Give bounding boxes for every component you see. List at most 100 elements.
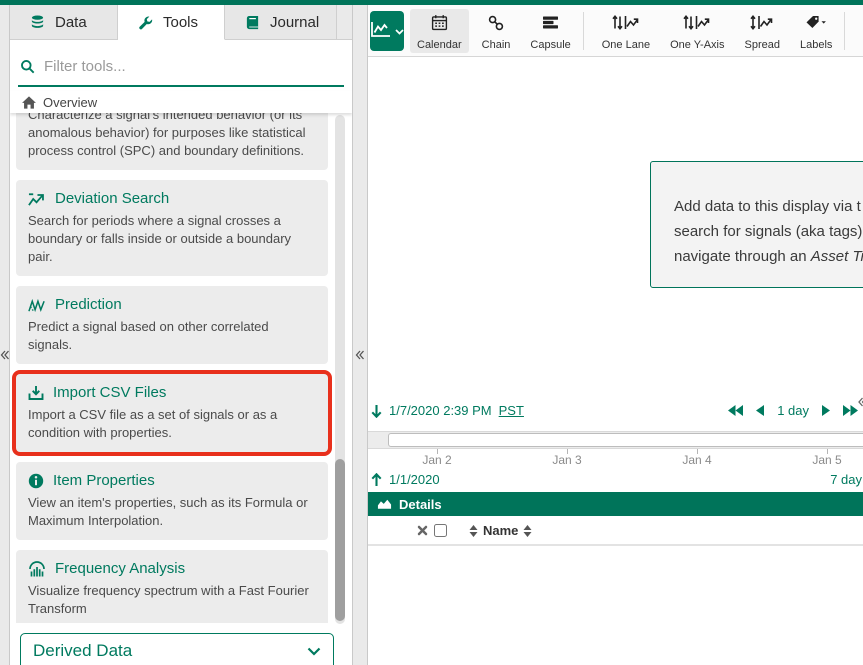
tool-list-scrollbar[interactable] [335,115,345,624]
axis-tick-label: Jan 2 [422,453,451,467]
deviation-search-icon [28,191,46,207]
scrubber-selection[interactable] [388,433,863,447]
tool-list: Characterize a signal's intended behavio… [10,113,334,623]
toolbar-one-lane-label: One Lane [602,39,650,51]
labels-tag-icon [805,12,827,34]
panel-divider-strip[interactable] [352,5,368,665]
tools-panel: Data Tools Journal [10,5,352,665]
info-icon [28,473,44,489]
derived-data-title: Derived Data [33,641,132,661]
wrench-icon [138,15,153,30]
tool-description: Visualize frequency spectrum with a Fast… [28,582,316,618]
view-mode-button[interactable] [370,11,404,51]
trend-display-area: Add data to this display via t search fo… [368,57,863,400]
import-csv-icon [28,385,44,401]
one-y-axis-icon [683,12,711,34]
toolbar-calendar-button[interactable]: Calendar [410,9,469,53]
frequency-icon [28,561,46,577]
one-lane-icon [612,12,640,34]
tab-data-label: Data [55,14,87,31]
name-column-header[interactable]: Name [483,523,518,538]
tool-title: Frequency Analysis [55,559,185,579]
message-line: search for signals (aka tags) [674,219,863,244]
chevron-down-icon [395,23,404,38]
step-size-label[interactable]: 1 day [777,403,809,418]
home-icon [22,96,36,109]
database-icon [30,15,45,30]
remove-all-icon[interactable] [417,525,428,536]
filter-tools-input[interactable] [44,58,342,75]
tool-card-item-properties[interactable]: Item Properties View an item's propertie… [16,462,328,540]
details-table-header: Name [368,516,863,546]
capsule-icon [542,12,559,34]
display-toolbar: Calendar Chain Capsule One Lane [368,5,863,57]
tab-data[interactable]: Data [10,5,118,40]
journal-icon [245,15,260,30]
tool-title: Deviation Search [55,189,169,209]
prediction-icon [28,298,46,313]
message-line: navigate through an Asset Tr [674,244,863,269]
toolbar-one-lane-button[interactable]: One Lane [595,9,657,53]
tool-card-clipped[interactable]: Characterize a signal's intended behavio… [16,113,328,170]
timezone-link[interactable]: PST [499,403,524,418]
toolbar-spread-button[interactable]: Spread [738,9,787,53]
tool-search-row [18,47,344,87]
tool-card-deviation-search[interactable]: Deviation Search Search for periods wher… [16,180,328,276]
display-pane: Calendar Chain Capsule One Lane [368,5,863,665]
toolbar-one-y-axis-button[interactable]: One Y-Axis [663,9,731,53]
toolbar-labels-button[interactable]: Labels [793,9,839,53]
tab-tools-label: Tools [163,14,198,31]
breadcrumb-label: Overview [43,95,97,110]
toolbar-chain-label: Chain [482,39,511,51]
timeline-axis: Jan 2 Jan 3 Jan 4 Jan 5 [368,449,863,468]
toolbar-chain-button[interactable]: Chain [475,9,518,53]
tool-title: Import CSV Files [53,383,166,403]
step-forward-icon[interactable] [822,405,830,416]
toolbar-dimming-button[interactable]: Dimming [856,9,863,53]
left-collapse-strip[interactable] [0,5,10,665]
display-end-time[interactable]: 1/7/2020 2:39 PM [389,403,492,418]
step-back-fast-icon[interactable] [728,405,743,416]
tab-journal[interactable]: Journal [225,5,337,40]
collapse-panel-icon[interactable] [356,350,365,360]
scrollbar-thumb[interactable] [335,459,345,621]
select-all-checkbox[interactable] [434,524,447,537]
tool-card-prediction[interactable]: Prediction Predict a signal based on oth… [16,286,328,364]
toolbar-calendar-label: Calendar [417,39,462,51]
tool-card-frequency-analysis[interactable]: Frequency Analysis Visualize frequency s… [16,550,328,623]
sort-icon[interactable] [469,525,478,537]
toolbar-one-y-axis-label: One Y-Axis [670,39,724,51]
details-panel-header[interactable]: Details [368,492,863,516]
details-panel-title: Details [399,497,442,512]
step-forward-fast-icon[interactable] [843,405,858,416]
time-range-scrubber[interactable] [368,431,863,449]
tab-tools[interactable]: Tools [118,5,225,40]
axis-tick-label: Jan 3 [552,453,581,467]
collapse-left-icon[interactable] [0,350,9,360]
tool-description: Characterize a signal's intended behavio… [28,113,316,160]
investigate-duration[interactable]: 7 day [830,472,862,487]
message-line: Add data to this display via t [674,194,863,219]
tool-description: Predict a signal based on other correlat… [28,318,316,354]
derived-data-panel[interactable]: Derived Data View data created by tools … [20,633,334,665]
panel-tabs: Data Tools Journal [10,5,352,40]
step-back-icon[interactable] [756,405,764,416]
toolbar-spread-label: Spread [745,39,780,51]
investigate-start-date[interactable]: 1/1/2020 [389,472,440,487]
tool-description: View an item's properties, such as its F… [28,494,316,530]
arrow-up-icon[interactable] [371,473,382,487]
toolbar-separator [583,12,584,50]
chevron-down-icon[interactable] [307,647,321,656]
sort-icon[interactable] [523,525,532,537]
breadcrumb-overview[interactable]: Overview [10,91,352,113]
trend-chart-icon [370,21,392,41]
axis-tick-label: Jan 4 [682,453,711,467]
calendar-icon [431,12,448,34]
toolbar-capsule-label: Capsule [530,39,570,51]
toolbar-separator [844,12,845,50]
search-icon [20,59,35,74]
toolbar-capsule-button[interactable]: Capsule [523,9,577,53]
chain-icon [488,12,504,34]
arrow-down-icon[interactable] [371,404,382,418]
tool-card-import-csv-files[interactable]: Import CSV Files Import a CSV file as a … [16,374,328,452]
